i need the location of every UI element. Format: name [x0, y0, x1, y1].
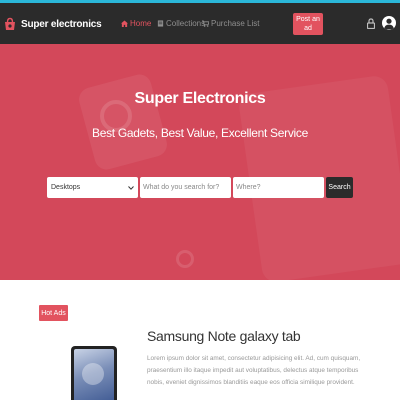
- hero-subtitle: Best Gadets, Best Value, Excellent Servi…: [92, 126, 308, 140]
- nav-home-label: Home: [130, 18, 152, 28]
- nav-home[interactable]: Home: [121, 17, 151, 29]
- shopping-bag-logo-icon: [5, 17, 15, 30]
- tablet-product-image[interactable]: [71, 346, 117, 400]
- user-silhouette-icon: [384, 18, 394, 30]
- brand[interactable]: Super electronics: [3, 15, 102, 33]
- search-input[interactable]: What do you search for?: [140, 177, 231, 198]
- user-avatar-icon[interactable]: [382, 16, 396, 30]
- page: Super electronics Home Collections Purch…: [0, 0, 400, 400]
- home-icon: [121, 19, 128, 27]
- chevron-down-icon: [128, 185, 134, 190]
- nav-collections[interactable]: Collections: [157, 17, 205, 29]
- cart-icon: [202, 19, 209, 27]
- navbar: Super electronics Home Collections Purch…: [0, 3, 400, 44]
- tablet-screen: [74, 349, 114, 400]
- post-ad-button[interactable]: Post an ad: [293, 13, 323, 35]
- hero-banner: Super Electronics Best Gadets, Best Valu…: [0, 44, 400, 280]
- hot-ads-badge: Hot Ads: [39, 305, 68, 321]
- category-selected-value: Desktops: [51, 184, 81, 191]
- collection-icon: [157, 19, 164, 27]
- location-input[interactable]: Where?: [233, 177, 324, 198]
- nav-purchase-list[interactable]: Purchase List: [202, 17, 259, 29]
- hero-background-circle: [176, 250, 194, 268]
- search-button[interactable]: Search: [326, 177, 353, 198]
- nav-collections-label: Collections: [166, 18, 206, 28]
- hero-title: Super Electronics: [134, 90, 266, 107]
- ad-description: Lorem ipsum dolor sit amet, consectetur …: [147, 355, 361, 386]
- ad-title[interactable]: Samsung Note galaxy tab: [147, 328, 397, 344]
- nav-purchase-list-label: Purchase List: [211, 18, 260, 28]
- category-select[interactable]: Desktops: [47, 177, 138, 198]
- lock-icon[interactable]: [367, 18, 375, 29]
- brand-name: Super electronics: [21, 18, 102, 30]
